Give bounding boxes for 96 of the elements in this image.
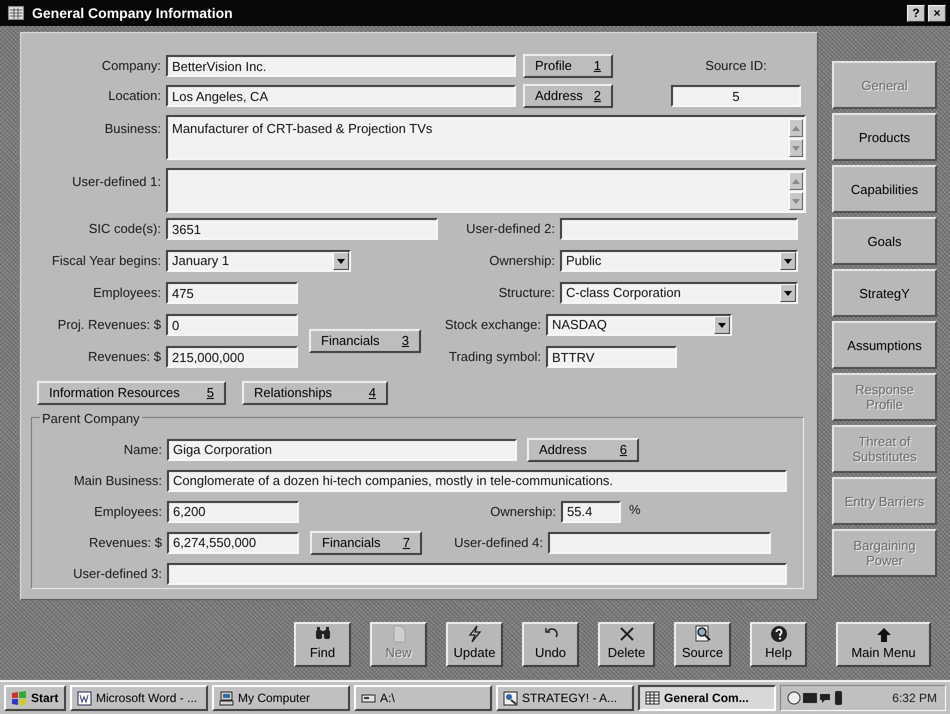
toolbar-button[interactable]: Help bbox=[750, 622, 807, 667]
document-icon bbox=[77, 690, 92, 706]
taskbar-button[interactable]: General Com... bbox=[638, 685, 776, 711]
toolbar-button[interactable]: Undo bbox=[522, 622, 579, 667]
text-field[interactable]: 55.4 bbox=[561, 500, 621, 522]
dropdown[interactable]: C-class Corporation bbox=[560, 282, 798, 304]
form-button[interactable]: Financials 7 bbox=[310, 530, 422, 554]
field-label: Company: bbox=[102, 57, 161, 76]
text-area[interactable]: Manufacturer of CRT-based & Projection TVs bbox=[166, 115, 806, 160]
up-arrow-icon bbox=[792, 126, 800, 130]
scroll-down-button[interactable] bbox=[789, 192, 803, 210]
start-button[interactable]: Start bbox=[4, 685, 66, 711]
app-icon bbox=[503, 690, 518, 706]
field-label: Trading symbol: bbox=[449, 348, 541, 366]
text-field[interactable] bbox=[560, 218, 798, 240]
caret-icon bbox=[718, 322, 726, 328]
unit-label: % bbox=[629, 501, 641, 519]
text-field[interactable]: BetterVision Inc. bbox=[166, 55, 516, 77]
nav-button[interactable]: Assumptions bbox=[832, 321, 937, 369]
form-button[interactable]: Information Resources 5 bbox=[37, 381, 226, 405]
field-label: Revenues: $ bbox=[89, 534, 162, 552]
field-label: Employees: bbox=[94, 502, 162, 521]
down-arrow-icon bbox=[792, 198, 800, 204]
close-icon bbox=[618, 624, 636, 642]
taskbar-button[interactable]: Microsoft Word - ... bbox=[70, 685, 208, 711]
field-label: Name: bbox=[124, 440, 162, 459]
field-label: User-defined 2: bbox=[466, 220, 555, 238]
dropdown[interactable]: Public bbox=[560, 250, 798, 272]
field-label: Ownership: bbox=[489, 252, 555, 270]
field-label: Main Business: bbox=[74, 472, 162, 490]
close-button[interactable]: × bbox=[928, 4, 946, 22]
field-label: Fiscal Year begins: bbox=[52, 252, 161, 270]
dropdown[interactable]: January 1 bbox=[166, 250, 351, 272]
field-label: Location: bbox=[108, 87, 161, 106]
toolbar-button[interactable]: Delete bbox=[598, 622, 655, 667]
window-title: General Company Information bbox=[32, 4, 233, 23]
text-field[interactable] bbox=[167, 562, 787, 584]
caret-icon bbox=[784, 290, 792, 296]
text-field[interactable]: Conglomerate of a dozen hi-tech companies, mostly in tele-communications. bbox=[167, 470, 787, 492]
text-field[interactable]: 5 bbox=[671, 85, 801, 107]
taskbar-button[interactable]: My Computer bbox=[212, 685, 350, 711]
field-label: Revenues: $ bbox=[88, 348, 161, 366]
field-label: Structure: bbox=[498, 284, 555, 302]
caret-icon bbox=[784, 258, 792, 264]
form-button[interactable]: Address 6 bbox=[527, 438, 639, 462]
text-field[interactable] bbox=[548, 532, 771, 554]
text-field[interactable]: 475 bbox=[166, 282, 298, 304]
main-menu-button[interactable]: Main Menu bbox=[836, 622, 931, 667]
scroll-up-button[interactable] bbox=[789, 172, 803, 190]
scroll-down-button[interactable] bbox=[789, 139, 803, 157]
field-label: Stock exchange: bbox=[444, 316, 541, 334]
caret-icon bbox=[337, 258, 345, 264]
form-button[interactable]: Profile 1 bbox=[523, 54, 613, 78]
nav-button[interactable]: StrategY bbox=[832, 269, 937, 317]
form-button[interactable]: Address 2 bbox=[523, 84, 613, 108]
help-button[interactable]: ? bbox=[907, 4, 925, 22]
form-button[interactable]: Financials 3 bbox=[309, 329, 421, 353]
field-label: Business: bbox=[104, 120, 161, 138]
text-field[interactable]: Giga Corporation bbox=[167, 438, 517, 460]
text-field[interactable]: 215,000,000 bbox=[166, 346, 298, 368]
toolbar-button[interactable]: Update bbox=[446, 622, 503, 667]
field-label: Employees: bbox=[93, 284, 161, 302]
up-arrow-icon bbox=[792, 178, 800, 184]
text-field[interactable]: 6,274,550,000 bbox=[167, 532, 299, 554]
nav-button[interactable]: Goals bbox=[832, 217, 937, 265]
magnifier-icon bbox=[694, 624, 712, 642]
nav-button[interactable]: Products bbox=[832, 113, 937, 161]
toolbar-button[interactable]: Source bbox=[674, 622, 731, 667]
field-label: User-defined 4: bbox=[454, 534, 543, 552]
field-label: User-defined 3: bbox=[73, 564, 162, 583]
down-arrow-icon bbox=[792, 146, 800, 150]
text-field[interactable]: 3651 bbox=[166, 218, 438, 240]
table-icon bbox=[645, 690, 660, 706]
taskbar-button[interactable]: A:\ bbox=[354, 685, 492, 711]
text-field[interactable]: Los Angeles, CA bbox=[166, 85, 516, 107]
field-label: Proj. Revenues: $ bbox=[58, 316, 161, 334]
taskbar-button[interactable]: STRATEGY! - A... bbox=[496, 685, 634, 711]
help-icon bbox=[770, 624, 788, 642]
text-area[interactable] bbox=[166, 168, 806, 213]
toolbar-button[interactable]: Find bbox=[294, 622, 351, 667]
windows-logo-icon bbox=[11, 691, 27, 705]
field-label: SIC code(s): bbox=[88, 220, 161, 238]
field-label: Ownership: bbox=[490, 502, 556, 521]
nav-button[interactable]: Capabilities bbox=[832, 165, 937, 213]
computer-icon bbox=[219, 690, 234, 706]
scroll-up-button[interactable] bbox=[789, 119, 803, 137]
field-label: User-defined 1: bbox=[72, 173, 161, 191]
clock: 6:32 PM bbox=[892, 690, 937, 707]
form-button[interactable]: Relationships 4 bbox=[242, 381, 388, 405]
window-icon bbox=[8, 6, 24, 20]
text-field[interactable]: 6,200 bbox=[167, 500, 299, 522]
up-arrow-icon bbox=[876, 626, 892, 642]
text-field[interactable]: 0 bbox=[166, 314, 298, 336]
field-label: Source ID: bbox=[705, 57, 767, 76]
dropdown[interactable]: NASDAQ bbox=[546, 314, 732, 336]
text-field[interactable]: BTTRV bbox=[546, 346, 677, 368]
